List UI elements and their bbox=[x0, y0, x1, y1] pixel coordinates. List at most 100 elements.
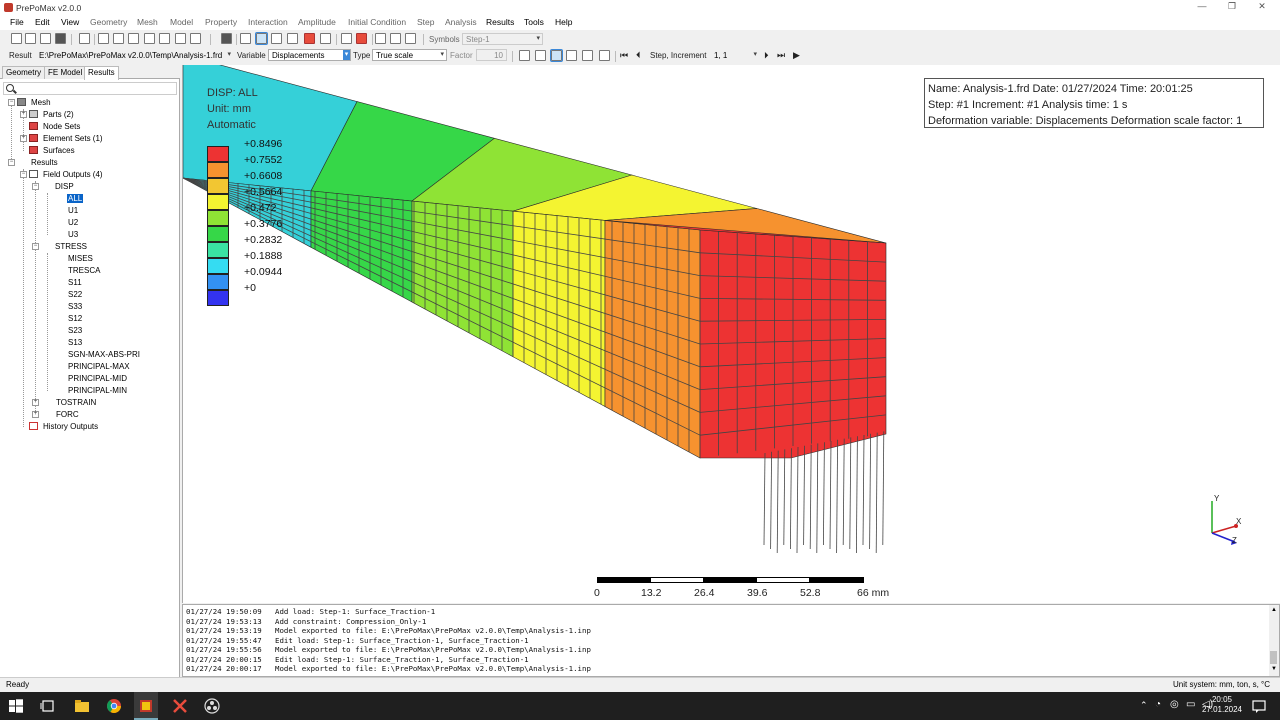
tree-stress-item[interactable]: S22 bbox=[68, 289, 82, 301]
tree-disp-u3[interactable]: U3 bbox=[68, 229, 78, 241]
menu-file[interactable]: File bbox=[10, 17, 24, 27]
view-left-icon[interactable] bbox=[159, 33, 170, 44]
menu-model[interactable]: Model bbox=[170, 17, 193, 27]
menu-tools[interactable]: Tools bbox=[524, 17, 544, 27]
contours-undeformed-icon[interactable] bbox=[566, 50, 577, 61]
type-select[interactable]: True scale ▾ bbox=[372, 49, 447, 61]
menu-analysis[interactable]: Analysis bbox=[445, 17, 477, 27]
app-taskbar-icon[interactable] bbox=[172, 698, 188, 714]
expand-mesh-icon[interactable]: − bbox=[8, 99, 15, 106]
chrome-icon[interactable] bbox=[106, 698, 122, 714]
scroll-up-icon[interactable]: ▲ bbox=[1271, 607, 1277, 613]
tab-geometry[interactable]: Geometry bbox=[2, 66, 46, 79]
show-all-icon[interactable] bbox=[405, 33, 416, 44]
tree-node-sets[interactable]: Node Sets bbox=[43, 121, 80, 133]
expand-element-sets-icon[interactable]: + bbox=[20, 135, 27, 142]
step-increment-select[interactable]: 1, 1 ▾ bbox=[710, 49, 760, 61]
import-icon[interactable] bbox=[40, 33, 51, 44]
menu-view[interactable]: View bbox=[61, 17, 79, 27]
view-back-icon[interactable] bbox=[113, 33, 124, 44]
menu-mesh[interactable]: Mesh bbox=[137, 17, 158, 27]
expand-tostrain-icon[interactable]: + bbox=[32, 399, 39, 406]
menu-step[interactable]: Step bbox=[417, 17, 435, 27]
menu-geometry[interactable]: Geometry bbox=[90, 17, 127, 27]
tree-stress-item[interactable]: S33 bbox=[68, 301, 82, 313]
tree-history-outputs[interactable]: History Outputs bbox=[43, 421, 98, 433]
shaded-icon[interactable] bbox=[271, 33, 282, 44]
tree-stress-item[interactable]: SGN-MAX-ABS-PRI bbox=[68, 349, 140, 361]
task-view-icon[interactable] bbox=[40, 698, 56, 714]
tab-fe-model[interactable]: FE Model bbox=[44, 66, 87, 79]
explode-icon[interactable] bbox=[304, 33, 315, 44]
transparency-icon[interactable] bbox=[320, 33, 331, 44]
tree-surfaces[interactable]: Surfaces bbox=[43, 145, 75, 157]
tree-stress-item[interactable]: PRINCIPAL-MID bbox=[68, 373, 127, 385]
previous-increment-icon[interactable]: ⏴ bbox=[636, 50, 641, 61]
wireframe-icon[interactable] bbox=[240, 33, 251, 44]
notifications-icon[interactable] bbox=[1251, 698, 1267, 714]
tray-network-icon[interactable]: ◔ bbox=[1155, 699, 1161, 710]
expand-stress-icon[interactable]: − bbox=[32, 243, 39, 250]
tree-forc[interactable]: FORC bbox=[56, 409, 79, 421]
view-front-icon[interactable] bbox=[98, 33, 109, 44]
first-increment-icon[interactable]: ⏮ bbox=[620, 50, 628, 61]
section-view-icon[interactable] bbox=[287, 33, 298, 44]
tree-disp-u2[interactable]: U2 bbox=[68, 217, 78, 229]
open-file-icon[interactable] bbox=[25, 33, 36, 44]
variable-select[interactable]: Displacements ▾ bbox=[268, 49, 351, 61]
shaded-edges-icon[interactable] bbox=[255, 32, 268, 45]
new-file-icon[interactable] bbox=[11, 33, 22, 44]
obs-icon[interactable] bbox=[204, 698, 220, 714]
expand-field-outputs-icon[interactable]: − bbox=[20, 171, 27, 178]
menu-help[interactable]: Help bbox=[555, 17, 572, 27]
tray-app-icon[interactable]: ◎ bbox=[1170, 699, 1179, 710]
tree-stress-item[interactable]: TRESCA bbox=[68, 265, 100, 277]
expand-results-icon[interactable]: − bbox=[8, 159, 15, 166]
query-icon[interactable] bbox=[341, 33, 352, 44]
console-scrollbar[interactable]: ▲ ▼ bbox=[1269, 605, 1279, 676]
view-top-icon[interactable] bbox=[128, 33, 139, 44]
normal-view-icon[interactable] bbox=[221, 33, 232, 44]
last-increment-icon[interactable]: ⏭ bbox=[777, 50, 785, 61]
tree-stress-item[interactable]: MISES bbox=[68, 253, 93, 265]
expand-forc-icon[interactable]: + bbox=[32, 411, 39, 418]
tree-disp-u1[interactable]: U1 bbox=[68, 205, 78, 217]
zoom-icon[interactable] bbox=[79, 33, 90, 44]
factor-input[interactable]: 10 bbox=[476, 49, 507, 61]
tree-mesh[interactable]: Mesh bbox=[31, 97, 51, 109]
save-icon[interactable] bbox=[55, 33, 66, 44]
view-right-icon[interactable] bbox=[175, 33, 186, 44]
play-icon[interactable]: ▶ bbox=[793, 50, 800, 61]
prepomax-taskbar-icon[interactable] bbox=[138, 698, 154, 714]
color-contours-icon[interactable] bbox=[550, 49, 563, 62]
close-button[interactable]: ✕ bbox=[1248, 1, 1276, 15]
hide-icon[interactable] bbox=[390, 33, 401, 44]
menu-edit[interactable]: Edit bbox=[35, 17, 50, 27]
tree-stress-item[interactable]: S23 bbox=[68, 325, 82, 337]
scroll-thumb[interactable] bbox=[1270, 651, 1277, 664]
expand-disp-icon[interactable]: − bbox=[32, 183, 39, 190]
animate-icon[interactable] bbox=[582, 50, 593, 61]
minimize-button[interactable]: — bbox=[1188, 1, 1216, 15]
tree-field-outputs[interactable]: Field Outputs (4) bbox=[43, 169, 103, 181]
menu-initial-condition[interactable]: Initial Condition bbox=[348, 17, 406, 27]
3d-viewport[interactable]: DISP: ALL Unit: mm Automatic +0.8496 +0.7… bbox=[182, 65, 1280, 603]
tree-stress-item[interactable]: S13 bbox=[68, 337, 82, 349]
scroll-down-icon[interactable]: ▼ bbox=[1271, 666, 1277, 672]
menu-interaction[interactable]: Interaction bbox=[248, 17, 288, 27]
tree-stress-item[interactable]: S11 bbox=[68, 277, 82, 289]
tree-stress[interactable]: STRESS bbox=[55, 241, 87, 253]
tree-element-sets[interactable]: Element Sets (1) bbox=[43, 133, 103, 145]
tray-chevron-icon[interactable]: ⌃ bbox=[1140, 700, 1148, 711]
windows-start-icon[interactable] bbox=[8, 698, 24, 714]
tree-disp[interactable]: DISP bbox=[55, 181, 74, 193]
result-select[interactable]: E:\PrePoMax\PrePoMax v2.0.0\Temp\Analysi… bbox=[35, 49, 234, 61]
undeformed-icon[interactable] bbox=[519, 50, 530, 61]
deformed-icon[interactable] bbox=[535, 50, 546, 61]
view-bottom-icon[interactable] bbox=[144, 33, 155, 44]
menu-amplitude[interactable]: Amplitude bbox=[298, 17, 336, 27]
tree-tostrain[interactable]: TOSTRAIN bbox=[56, 397, 96, 409]
tree-stress-item[interactable]: PRINCIPAL-MAX bbox=[68, 361, 130, 373]
remove-annotations-icon[interactable] bbox=[356, 33, 367, 44]
tree-results[interactable]: Results bbox=[31, 157, 58, 169]
